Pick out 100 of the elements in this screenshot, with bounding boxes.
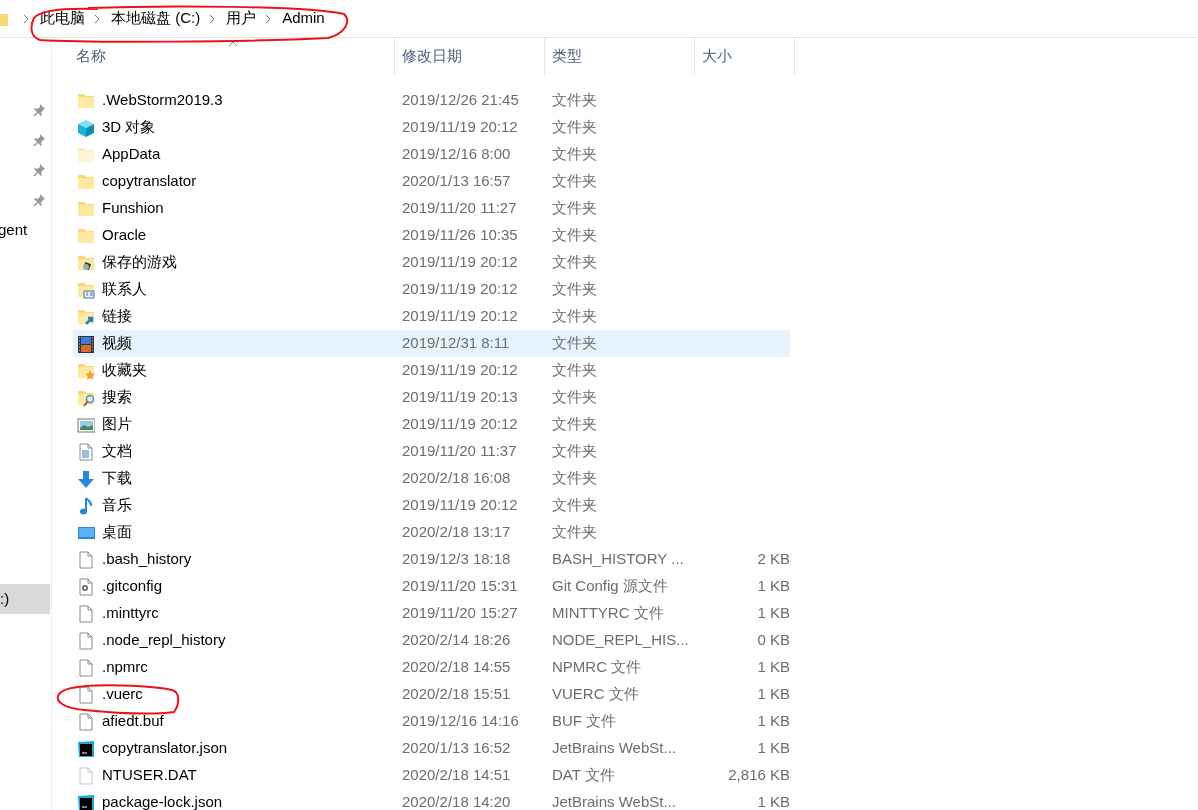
file-row[interactable]: 搜索 2019/11/19 20:13 文件夹: [73, 384, 790, 411]
file-type: 文件夹: [552, 199, 597, 217]
file-name: .vuerc: [102, 684, 143, 705]
file-row[interactable]: 下载 2020/2/18 16:08 文件夹: [73, 465, 790, 492]
file-type: VUERC 文件: [552, 685, 639, 703]
file-row[interactable]: NTUSER.DAT 2020/2/18 14:51 DAT 文件 2,816 KB: [73, 762, 790, 789]
file-row[interactable]: .bash_history 2019/12/3 18:18 BASH_HISTORY ... 2 KB: [73, 546, 790, 573]
file-type: 文件夹: [552, 91, 597, 109]
file-type: JetBrains WebSt...: [552, 793, 676, 810]
breadcrumb-item[interactable]: 本地磁盘 (C:): [105, 7, 207, 30]
file-icon: [77, 712, 95, 731]
folder-icon: [77, 145, 95, 164]
file-size: 1 KB: [757, 739, 790, 757]
file-name: Oracle: [102, 225, 147, 246]
file-row[interactable]: AppData 2019/12/16 8:00 文件夹: [73, 141, 790, 168]
file-icon: [77, 604, 95, 623]
file-type: NODE_REPL_HIS...: [552, 631, 689, 649]
file-name: afiedt.buf: [102, 711, 164, 732]
file-size: 1 KB: [757, 712, 790, 730]
file-row[interactable]: 文档 2019/11/20 11:37 文件夹: [73, 438, 790, 465]
file-name: package-lock.json: [102, 792, 223, 810]
file-type: 文件夹: [552, 334, 597, 352]
file-name: AppData: [102, 144, 161, 165]
date-modified: 2019/11/19 20:13: [402, 388, 518, 406]
file-row[interactable]: 收藏夹 2019/11/19 20:12 文件夹: [73, 357, 790, 384]
file-row[interactable]: 保存的游戏 2019/11/19 20:12 文件夹: [73, 249, 790, 276]
file-row[interactable]: .gitconfig 2019/11/20 15:31 Git Config 源文件 1 KB: [73, 573, 790, 600]
file-type: DAT 文件: [552, 766, 615, 784]
file-name: 联系人: [102, 279, 147, 300]
date-modified: 2020/2/18 14:55: [402, 658, 511, 676]
date-modified: 2019/12/16 8:00: [402, 145, 511, 163]
file-row[interactable]: copytranslator.json 2020/1/13 16:52 JetBrains WebSt... 1 KB: [73, 735, 790, 762]
file-row[interactable]: 视频 2019/12/31 8:11 文件夹: [73, 330, 790, 357]
file-row[interactable]: .node_repl_history 2020/2/14 18:26 NODE_REPL_HIS... 0 KB: [73, 627, 790, 654]
file-name: copytranslator.json: [102, 738, 228, 759]
column-header[interactable]: 修改日期: [395, 38, 545, 75]
folder-icon: [77, 361, 95, 380]
file-name: 视频: [102, 333, 132, 354]
column-header[interactable]: 类型: [545, 38, 695, 75]
file-row[interactable]: 联系人 2019/11/19 20:12 文件夹: [73, 276, 790, 303]
date-modified: 2019/11/19 20:12: [402, 496, 518, 514]
file-type: 文件夹: [552, 307, 597, 325]
breadcrumb-item[interactable]: Admin: [276, 7, 331, 30]
file-row[interactable]: Funshion 2019/11/20 11:27 文件夹: [73, 195, 790, 222]
file-size: 1 KB: [757, 685, 790, 703]
webstorm-file-icon: [77, 793, 95, 810]
file-type: 文件夹: [552, 469, 597, 487]
file-type: 文件夹: [552, 388, 597, 406]
file-name: 3D 对象: [102, 117, 156, 138]
document-icon: [77, 442, 95, 461]
column-header[interactable]: 大小: [695, 38, 795, 75]
file-type: JetBrains WebSt...: [552, 739, 676, 757]
file-row[interactable]: 3D 对象 2019/11/19 20:12 文件夹: [73, 114, 790, 141]
file-row[interactable]: .vuerc 2020/2/18 15:51 VUERC 文件 1 KB: [73, 681, 790, 708]
file-size: 2 KB: [757, 550, 790, 568]
breadcrumb-item[interactable]: 此电脑: [34, 7, 91, 30]
chevron-icon: [22, 13, 30, 24]
file-size: 1 KB: [757, 793, 790, 810]
file-type: 文件夹: [552, 523, 597, 541]
file-name: 链接: [102, 306, 132, 327]
date-modified: 2020/2/14 18:26: [402, 631, 511, 649]
file-row[interactable]: 音乐 2019/11/19 20:12 文件夹: [73, 492, 790, 519]
file-row[interactable]: afiedt.buf 2019/12/16 14:16 BUF 文件 1 KB: [73, 708, 790, 735]
file-name: 音乐: [102, 495, 132, 516]
file-row[interactable]: .WebStorm2019.3 2019/12/26 21:45 文件夹: [73, 87, 790, 114]
file-row[interactable]: copytranslator 2020/1/13 16:57 文件夹: [73, 168, 790, 195]
date-modified: 2019/11/19 20:12: [402, 118, 518, 136]
nav-item[interactable]: :): [0, 584, 50, 614]
file-row[interactable]: .minttyrc 2019/11/20 15:27 MINTTYRC 文件 1 KB: [73, 600, 790, 627]
date-modified: 2020/2/18 14:51: [402, 766, 511, 784]
column-header[interactable]: 名称: [73, 38, 395, 75]
folder-icon: [0, 11, 8, 26]
date-modified: 2019/11/19 20:12: [402, 415, 518, 433]
file-row[interactable]: 桌面 2020/2/18 13:17 文件夹: [73, 519, 790, 546]
folder-icon: [77, 199, 95, 218]
file-icon: [77, 631, 95, 650]
file-row[interactable]: 图片 2019/11/19 20:12 文件夹: [73, 411, 790, 438]
file-icon: [77, 766, 95, 785]
file-type: NPMRC 文件: [552, 658, 642, 676]
file-name: 保存的游戏: [102, 252, 177, 273]
file-row[interactable]: package-lock.json 2020/2/18 14:20 JetBrains WebSt... 1 KB: [73, 789, 790, 810]
date-modified: 2019/12/31 8:11: [402, 334, 510, 352]
file-type: BASH_HISTORY ...: [552, 550, 684, 568]
file-type: 文件夹: [552, 361, 597, 379]
file-name: 文档: [102, 441, 132, 462]
file-size: 0 KB: [757, 631, 790, 649]
file-name: 图片: [102, 414, 132, 435]
file-name: .gitconfig: [102, 576, 163, 597]
file-row[interactable]: Oracle 2019/11/26 10:35 文件夹: [73, 222, 790, 249]
folder-icon: [77, 388, 95, 407]
date-modified: 2020/2/18 16:08: [402, 469, 511, 487]
file-type: 文件夹: [552, 145, 597, 163]
folder-icon: [77, 91, 95, 110]
breadcrumb-item[interactable]: 用户: [220, 7, 263, 30]
file-row[interactable]: .npmrc 2020/2/18 14:55 NPMRC 文件 1 KB: [73, 654, 790, 681]
date-modified: 2019/11/20 15:31: [402, 577, 518, 595]
date-modified: 2020/1/13 16:52: [402, 739, 511, 757]
file-size: 1 KB: [757, 658, 790, 676]
folder-icon: [77, 253, 95, 272]
file-row[interactable]: 链接 2019/11/19 20:12 文件夹: [73, 303, 790, 330]
